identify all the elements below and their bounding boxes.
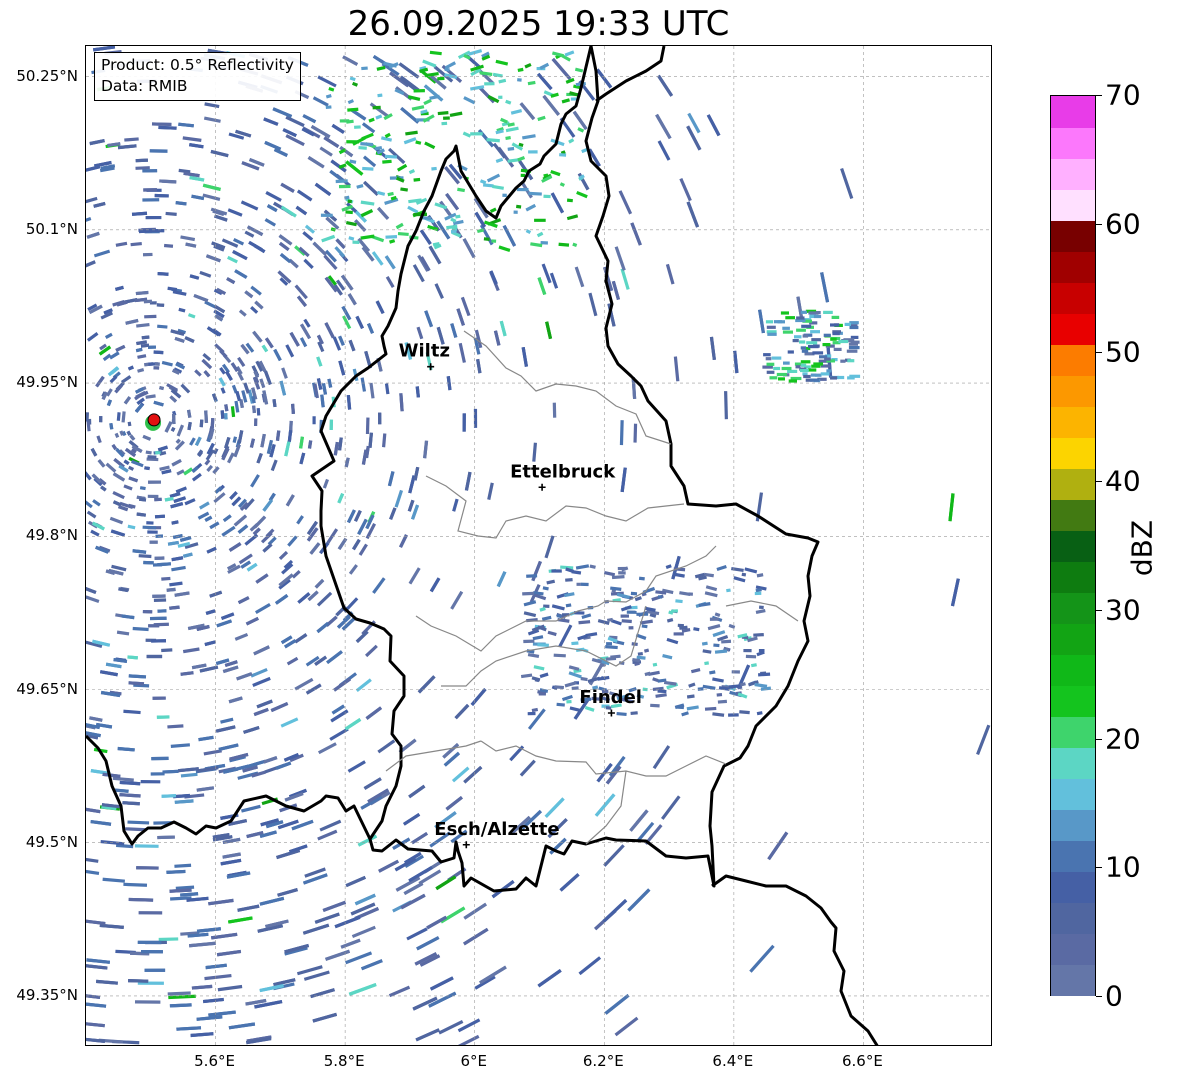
country-border-east [711,874,879,1045]
colorbar-tick-label: 60 [1105,207,1141,241]
colorbar [1050,95,1096,996]
colorbar-segment [1051,561,1095,593]
gridlines [86,46,991,1045]
colorbar-segment [1051,375,1095,407]
radar-site-icon [147,413,161,427]
colorbar-segment [1051,282,1095,314]
colorbar-tick [1096,481,1102,483]
city-marker: Esch/Alzette [434,819,560,849]
lon-tick-label: 5.8°E [323,1052,365,1070]
city-label: Ettelbruck [510,461,616,482]
colorbar-segment [1051,437,1095,469]
lat-tick-label: 49.95°N [16,373,78,392]
colorbar-segment [1051,189,1095,221]
radar-site-layer [145,413,162,431]
colorbar-segment [1051,933,1095,965]
city-label: Wiltz [399,341,450,362]
colorbar-segment [1051,220,1095,252]
colorbar-tick-label: 0 [1105,979,1123,1013]
colorbar-tick [1096,609,1102,611]
colorbar-tick [1096,738,1102,740]
colorbar-segment [1051,716,1095,748]
colorbar-tick-label: 30 [1105,593,1141,627]
lon-tick-label: 6.6°E [842,1052,883,1070]
city-cross-icon [462,841,470,849]
canton-border [385,330,799,845]
city-marker: Ettelbruck [510,461,616,491]
colorbar-label: dBZ [1125,519,1159,577]
lon-tick-label: 6°E [460,1052,487,1070]
product-info-box: Product: 0.5° Reflectivity Data: RMIB [94,52,301,101]
colorbar-segment [1051,623,1095,655]
lat-tick-label: 50.1°N [25,219,78,238]
lat-tick-label: 49.35°N [16,985,78,1004]
colorbar-segment [1051,902,1095,934]
colorbar-segment [1051,96,1095,128]
lon-tick-label: 6.4°E [712,1052,754,1070]
lat-tick-label: 49.5°N [25,832,78,851]
map-title: 26.09.2025 19:33 UTC [347,4,730,44]
colorbar-tick [1096,996,1102,997]
colorbar-segment [1051,313,1095,345]
city-marker: Wiltz [399,341,450,371]
lat-tick-label: 50.25°N [16,66,78,85]
city-label: Esch/Alzette [434,819,559,840]
colorbar-segment [1051,251,1095,283]
colorbar-segment [1051,964,1095,996]
colorbar-segment [1051,127,1095,159]
product-label: Product: 0.5° Reflectivity [101,56,294,74]
city-cross-icon [607,709,615,717]
colorbar-tick [1096,223,1102,225]
radar-map[interactable]: Wiltz Ettelbruck Findel Esch/Alzette [85,45,992,1046]
colorbar-segment [1051,778,1095,810]
colorbar-segment [1051,530,1095,562]
reflectivity-echoes [86,46,991,1045]
lat-tick-label: 49.8°N [25,526,78,545]
colorbar-segment [1051,840,1095,872]
radar-map-canvas: Wiltz Ettelbruck Findel Esch/Alzette [86,46,991,1045]
colorbar-segment [1051,158,1095,190]
colorbar-tick [1096,352,1102,354]
lon-tick-label: 5.6°E [194,1052,235,1070]
colorbar-tick-label: 40 [1105,464,1141,498]
colorbar-segment [1051,654,1095,686]
colorbar-segment [1051,592,1095,624]
colorbar-segment [1051,499,1095,531]
data-source-label: Data: RMIB [101,77,188,95]
colorbar-tick-label: 20 [1105,722,1141,756]
colorbar-segment [1051,406,1095,438]
city-cross-icon [538,483,546,491]
lat-tick-label: 49.65°N [16,679,78,698]
colorbar-segment [1051,809,1095,841]
colorbar-segment [1051,468,1095,500]
colorbar-tick-label: 50 [1105,335,1141,369]
colorbar-segment [1051,685,1095,717]
country-border-north [595,46,666,103]
colorbar-segment [1051,871,1095,903]
colorbar-segment [1051,344,1095,376]
colorbar-tick-label: 10 [1105,850,1141,884]
city-label: Findel [579,687,642,708]
colorbar-tick [1096,867,1102,869]
lon-tick-label: 6.2°E [582,1052,624,1070]
colorbar-tick-label: 70 [1105,78,1141,112]
colorbar-tick [1096,95,1102,96]
colorbar-segment [1051,747,1095,779]
